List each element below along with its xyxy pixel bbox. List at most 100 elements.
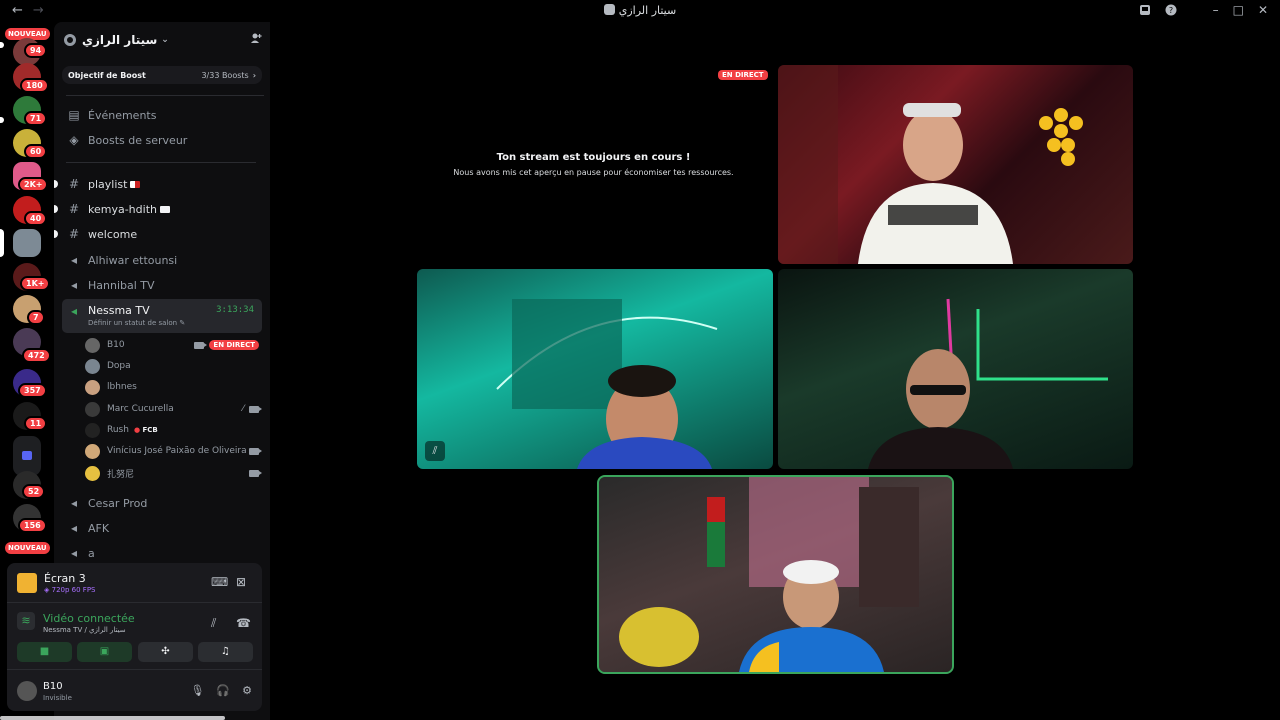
divider xyxy=(66,162,256,163)
mic-muted-icon: ⫽ xyxy=(425,441,445,461)
paused-stream-title: Ton stream est toujours en cours ! xyxy=(496,152,691,163)
inbox-icon[interactable] xyxy=(1139,4,1151,16)
headphones-icon[interactable]: 🎧 xyxy=(216,684,230,697)
speaker-icon: ◂ xyxy=(70,521,78,535)
voice-user[interactable]: B10 EN DIRECT xyxy=(85,336,265,354)
minimize-button[interactable]: – xyxy=(1213,3,1219,17)
scrollbar[interactable] xyxy=(0,716,225,720)
flag-emoji-icon xyxy=(130,180,141,188)
unread-pill xyxy=(0,117,4,123)
server-folder[interactable] xyxy=(13,436,41,476)
help-icon[interactable]: ? xyxy=(1165,4,1177,16)
maximize-button[interactable]: □ xyxy=(1233,3,1244,17)
voice-user[interactable]: 扎努尼 xyxy=(85,464,265,482)
mention-badge: 2K+ xyxy=(18,177,49,192)
avatar xyxy=(85,337,100,353)
gamepad-icon[interactable]: ⌨ xyxy=(211,575,228,589)
selected-server-pill xyxy=(0,229,4,257)
voice-user[interactable]: lbhnes xyxy=(85,378,265,396)
screen-share-title: Écran 3 xyxy=(44,572,86,585)
boost-progress: 3/33 Boosts xyxy=(201,70,249,80)
avatar xyxy=(85,443,100,459)
video-tile-speaking[interactable] xyxy=(597,475,954,674)
user-name[interactable]: B10 xyxy=(43,681,63,692)
channel-playlist[interactable]: # playlist xyxy=(54,173,262,195)
add-user-icon[interactable] xyxy=(250,32,262,44)
voice-user-name: Vinícius José Paixão de Oliveira xyxy=(107,446,247,456)
video-tile[interactable] xyxy=(778,65,1133,264)
avatar[interactable] xyxy=(17,681,37,701)
set-channel-status[interactable]: Définir un statut de salon ✎ xyxy=(88,319,185,327)
soundboard-icon: ♫ xyxy=(221,646,230,657)
mention-badge: 52 xyxy=(22,484,46,499)
voice-user-name: 扎努尼 xyxy=(107,469,135,480)
user-status: Invisible xyxy=(43,694,72,702)
camera-icon xyxy=(249,469,262,477)
chevron-right-icon: › xyxy=(252,70,256,80)
channel-label: Nessma TV xyxy=(88,304,150,317)
voice-timer: 3:13:34 xyxy=(216,305,254,315)
server-boosts-link[interactable]: ◈ Boosts de serveur xyxy=(62,129,262,151)
voice-channel-nessma[interactable]: ◂ Nessma TV 3:13:34 Définir un statut de… xyxy=(62,299,262,333)
voice-user-name: Dopa xyxy=(107,361,131,371)
server-header[interactable]: سيتار الرازي ⌄ xyxy=(64,30,264,50)
noise-suppression-icon[interactable]: ⫽ xyxy=(211,616,216,631)
mention-badge: 156 xyxy=(18,518,47,533)
voice-channel-alhiwar[interactable]: ◂ Alhiwar ettounsi xyxy=(62,249,262,271)
camera-button[interactable]: ■ xyxy=(17,642,72,662)
connection-location[interactable]: Nessma TV / سيتار الرازي xyxy=(43,626,126,634)
channel-label: Hannibal TV xyxy=(88,278,155,292)
folder-icon xyxy=(22,451,32,460)
channel-kemya-hdith[interactable]: # kemya-hdith xyxy=(54,198,262,220)
server-icon-current[interactable] xyxy=(13,229,41,257)
soundboard-button[interactable]: ♫ xyxy=(198,642,253,662)
new-badge: NOUVEAU xyxy=(5,542,50,554)
mic-muted-icon: ⁄ xyxy=(242,404,244,414)
events-link[interactable]: ▤ Événements xyxy=(62,104,262,126)
voice-connection-section: ≋ Vidéo connectée Nessma TV / سيتار الرا… xyxy=(7,604,262,670)
voice-user[interactable]: Dopa xyxy=(85,357,265,375)
voice-channel-hannibal[interactable]: ◂ Hannibal TV xyxy=(62,274,262,296)
channel-label: Cesar Prod xyxy=(88,496,148,510)
voice-user[interactable]: Rush ● FCB xyxy=(85,421,265,439)
channel-label: AFK xyxy=(88,521,110,535)
channel-welcome[interactable]: # welcome xyxy=(54,223,262,245)
microphone-icon[interactable]: 🎙 xyxy=(190,684,204,697)
stop-stream-icon[interactable]: ⊠ xyxy=(236,575,246,589)
mention-badge: 40 xyxy=(24,211,48,226)
video-tile[interactable]: ⫽ xyxy=(417,269,773,469)
voice-channel-afk[interactable]: ◂ AFK xyxy=(62,517,262,539)
webcam-feed xyxy=(868,298,1108,469)
signal-icon[interactable]: ≋ xyxy=(17,612,35,630)
close-button[interactable]: ✕ xyxy=(1258,3,1268,17)
divider xyxy=(66,95,264,96)
voice-channel-a[interactable]: ◂ a xyxy=(62,542,262,564)
camera-icon xyxy=(249,447,262,455)
speaker-icon: ◂ xyxy=(70,496,78,510)
video-tile[interactable] xyxy=(778,269,1133,469)
webcam-feed xyxy=(619,477,919,672)
gear-icon[interactable]: ⚙ xyxy=(242,684,252,697)
unread-indicator xyxy=(54,230,58,238)
voice-user-name: Rush xyxy=(107,425,129,435)
voice-user[interactable]: Marc Cucurella ⁄ xyxy=(85,400,265,418)
screen-share-button[interactable]: ▣ xyxy=(77,642,132,662)
user-tag: FCB xyxy=(142,426,158,434)
unread-indicator xyxy=(54,180,58,188)
stream-quality[interactable]: ◈ 720p 60 FPS xyxy=(44,586,95,594)
voice-channel-cesar-prod[interactable]: ◂ Cesar Prod xyxy=(62,492,262,514)
avatar xyxy=(85,422,100,438)
speaker-icon: ◂ xyxy=(70,253,78,267)
paused-stream-subtitle: Nous avons mis cet aperçu en pause pour … xyxy=(453,168,734,177)
calendar-icon: ▤ xyxy=(68,108,80,122)
voice-user[interactable]: Vinícius José Paixão de Oliveira xyxy=(85,442,265,460)
connection-status[interactable]: Vidéo connectée xyxy=(43,612,135,625)
activities-button[interactable]: ✣ xyxy=(138,642,193,662)
live-badge: EN DIRECT xyxy=(718,70,768,80)
screen-share-section: Écran 3 ◈ 720p 60 FPS ⌨ ⊠ xyxy=(7,563,262,603)
disconnect-icon[interactable]: ☎ xyxy=(236,616,251,630)
server-name: سيتار الرازي xyxy=(82,33,158,47)
window-title: سيتار الرازي xyxy=(0,4,1280,17)
boost-goal-bar[interactable]: Objectif de Boost 3/33 Boosts › xyxy=(62,66,262,84)
camera-icon xyxy=(249,405,262,413)
